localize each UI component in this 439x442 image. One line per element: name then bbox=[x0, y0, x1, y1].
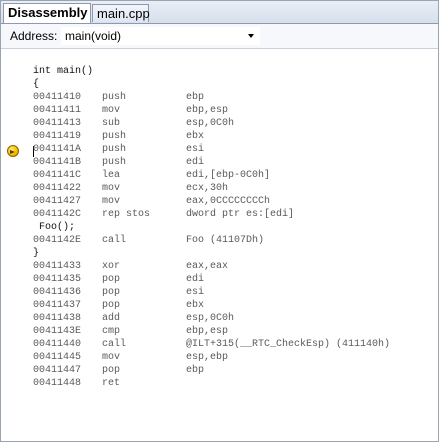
instruction-operands: ebp bbox=[186, 365, 205, 376]
tab-disassembly[interactable]: Disassembly bbox=[3, 3, 91, 23]
instruction-address: 00411411 bbox=[33, 105, 82, 116]
instruction-operands: dword ptr es:[edi] bbox=[186, 209, 295, 220]
instruction-address: 00411447 bbox=[33, 365, 82, 376]
instruction-operands: esi bbox=[186, 144, 205, 155]
instruction-operands: esp,0C0h bbox=[186, 313, 235, 324]
instruction-operands: @ILT+315(__RTC_CheckEsp) (411140h) bbox=[186, 339, 391, 350]
instruction-address: 0041141B bbox=[33, 157, 82, 168]
instruction-mnemonic: push bbox=[102, 92, 127, 103]
instruction-address: 00411448 bbox=[33, 378, 82, 389]
instruction-operands: ebx bbox=[186, 131, 205, 142]
instruction-mnemonic: mov bbox=[102, 352, 121, 363]
instruction-address: 00411410 bbox=[33, 92, 82, 103]
chevron-down-icon[interactable] bbox=[248, 34, 254, 38]
instruction-address: 0041142E bbox=[33, 235, 82, 246]
instruction-address: 00411435 bbox=[33, 274, 82, 285]
instruction-address: 00411413 bbox=[33, 118, 82, 129]
instruction-mnemonic: push bbox=[102, 157, 127, 168]
instruction-operands: edi bbox=[186, 157, 205, 168]
instruction-operands: ebx bbox=[186, 300, 205, 311]
instruction-address: 00411419 bbox=[33, 131, 82, 142]
instruction-mnemonic: xor bbox=[102, 261, 121, 272]
instruction-mnemonic: sub bbox=[102, 118, 121, 129]
instruction-address: 00411427 bbox=[33, 196, 82, 207]
tab-strip: Disassembly main.cpp bbox=[1, 1, 438, 24]
instruction-mnemonic: pop bbox=[102, 365, 121, 376]
instruction-address: 00411422 bbox=[33, 183, 82, 194]
instruction-mnemonic: mov bbox=[102, 196, 121, 207]
instruction-operands: Foo (41107Dh) bbox=[186, 235, 265, 246]
instruction-operands: eax,0CCCCCCCCh bbox=[186, 196, 271, 207]
instruction-mnemonic: mov bbox=[102, 105, 121, 116]
instruction-mnemonic: pop bbox=[102, 287, 121, 298]
instruction-mnemonic: push bbox=[102, 144, 127, 155]
source-text: int main() bbox=[33, 66, 94, 77]
instruction-operands: ebp,esp bbox=[186, 326, 229, 337]
instruction-mnemonic: pop bbox=[102, 300, 121, 311]
instruction-address: 00411433 bbox=[33, 261, 82, 272]
instruction-operands: edi,[ebp-0C0h] bbox=[186, 170, 271, 181]
instruction-operands: esp,ebp bbox=[186, 352, 229, 363]
instruction-operands: ebp,esp bbox=[186, 105, 229, 116]
address-bar: Address: main(void) bbox=[1, 24, 438, 49]
instruction-operands: edi bbox=[186, 274, 205, 285]
source-text: } bbox=[33, 248, 40, 259]
breakpoint-gutter[interactable] bbox=[1, 49, 25, 441]
instruction-operands: esi bbox=[186, 287, 205, 298]
instruction-mnemonic: rep stos bbox=[102, 209, 151, 220]
instruction-operands: ebp bbox=[186, 92, 205, 103]
instruction-address: 00411437 bbox=[33, 300, 82, 311]
instruction-mnemonic: add bbox=[102, 313, 121, 324]
instruction-address: 00411445 bbox=[33, 352, 82, 363]
instruction-operands: ecx,30h bbox=[186, 183, 229, 194]
instruction-address: 0041141C bbox=[33, 170, 82, 181]
instruction-address: 0041142C bbox=[33, 209, 82, 220]
instruction-operands: esp,0C0h bbox=[186, 118, 235, 129]
instruction-mnemonic: ret bbox=[102, 378, 121, 389]
address-label: Address: bbox=[10, 29, 58, 43]
source-text: Foo(); bbox=[39, 222, 76, 233]
instruction-pointer-arrow-icon bbox=[7, 145, 19, 157]
address-combo[interactable]: main(void) bbox=[61, 27, 260, 45]
instruction-address: 0041141A bbox=[33, 144, 82, 155]
instruction-address: 00411440 bbox=[33, 339, 82, 350]
instruction-mnemonic: call bbox=[102, 339, 127, 350]
instruction-operands: eax,eax bbox=[186, 261, 229, 272]
instruction-address: 00411438 bbox=[33, 313, 82, 324]
code-view[interactable]: int main() {00411410 push ebp 00411411 mov ebp… bbox=[1, 49, 438, 441]
instruction-mnemonic: cmp bbox=[102, 326, 121, 337]
tab-main-cpp[interactable]: main.cpp bbox=[92, 4, 150, 22]
instruction-mnemonic: lea bbox=[102, 170, 121, 181]
instruction-address: 0041143E bbox=[33, 326, 82, 337]
instruction-mnemonic: pop bbox=[102, 274, 121, 285]
disassembly-window: Disassembly main.cpp Address: main(void)… bbox=[0, 0, 439, 442]
instruction-mnemonic: push bbox=[102, 131, 127, 142]
address-value: main(void) bbox=[65, 29, 122, 43]
instruction-address: 00411436 bbox=[33, 287, 82, 298]
instruction-mnemonic: call bbox=[102, 235, 127, 246]
instruction-mnemonic: mov bbox=[102, 183, 121, 194]
source-text: { bbox=[33, 79, 40, 90]
